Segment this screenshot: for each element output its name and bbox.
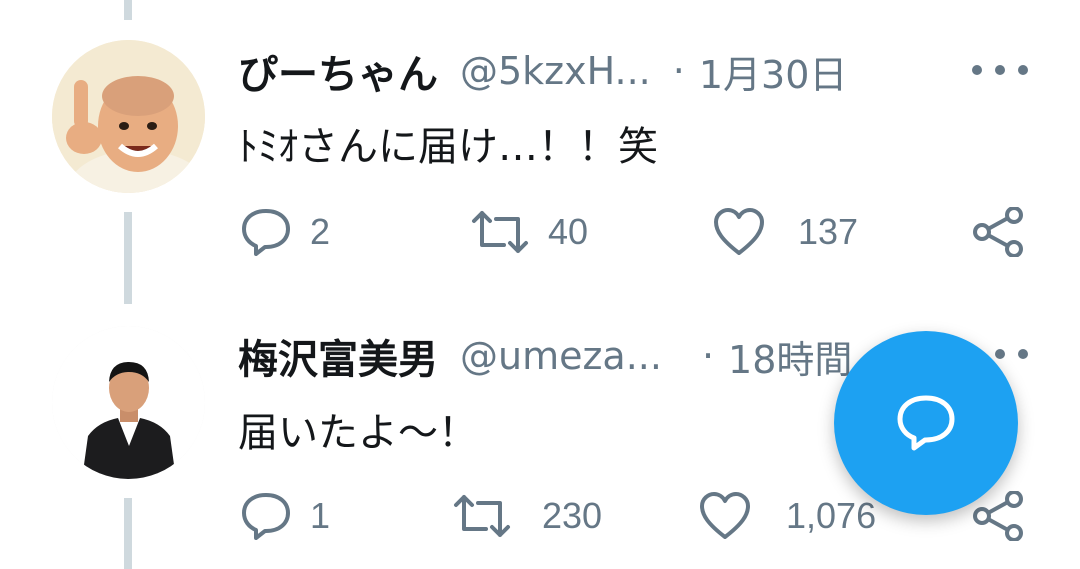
retweet-count: 230 (542, 495, 603, 536)
display-name[interactable]: ぴーちゃん (238, 42, 438, 100)
tweet-header: 梅沢富美男 @umeza... · 18時間 (238, 326, 852, 386)
retweet-icon (472, 211, 528, 253)
timestamp[interactable]: 18時間 (728, 329, 852, 384)
compose-reply-button[interactable] (834, 331, 1018, 515)
retweet-count: 40 (548, 211, 589, 252)
share-icon (973, 207, 1023, 257)
user-handle[interactable]: @5kzxH... (460, 49, 651, 93)
retweet-button[interactable]: 40 (470, 207, 588, 257)
tweet-header: ぴーちゃん @5kzxH... · 1月30日 (238, 41, 847, 101)
user-handle[interactable]: @umeza... (460, 334, 662, 378)
reply-button[interactable]: 2 (240, 207, 330, 257)
person-suit-avatar-icon (52, 326, 205, 479)
retweet-icon (454, 495, 510, 537)
like-button[interactable]: 1,076 (698, 491, 876, 541)
tweet-text: 届いたよ〜！ (238, 410, 478, 456)
timestamp[interactable]: 1月30日 (699, 44, 848, 99)
reply-icon (242, 493, 290, 540)
separator: · (672, 49, 685, 93)
retweet-button[interactable]: 230 (452, 491, 602, 541)
heart-icon (700, 492, 750, 539)
person-pointing-avatar-icon (52, 40, 205, 193)
thread-line-top (124, 0, 132, 20)
avatar[interactable] (52, 326, 205, 479)
reply-count: 1 (310, 495, 331, 536)
reply-count: 2 (310, 211, 331, 252)
avatar[interactable] (52, 40, 205, 193)
compose-reply-icon (897, 395, 955, 451)
like-button[interactable]: 137 (712, 207, 858, 257)
thread-line-middle (124, 212, 132, 304)
separator: · (701, 334, 715, 378)
display-name[interactable]: 梅沢富美男 (238, 327, 438, 385)
share-button[interactable] (972, 491, 1026, 541)
reply-button[interactable]: 1 (240, 491, 330, 541)
tweet-text: ﾄﾐｵさんに届け…！！笑 (238, 124, 658, 170)
like-count: 1,076 (786, 495, 877, 536)
thread-line-bottom (124, 498, 132, 569)
share-icon (973, 491, 1023, 541)
share-button[interactable] (972, 207, 1026, 257)
reply-icon (242, 209, 290, 256)
heart-icon (714, 208, 764, 255)
more-options-icon[interactable] (972, 50, 1028, 90)
like-count: 137 (798, 211, 859, 252)
